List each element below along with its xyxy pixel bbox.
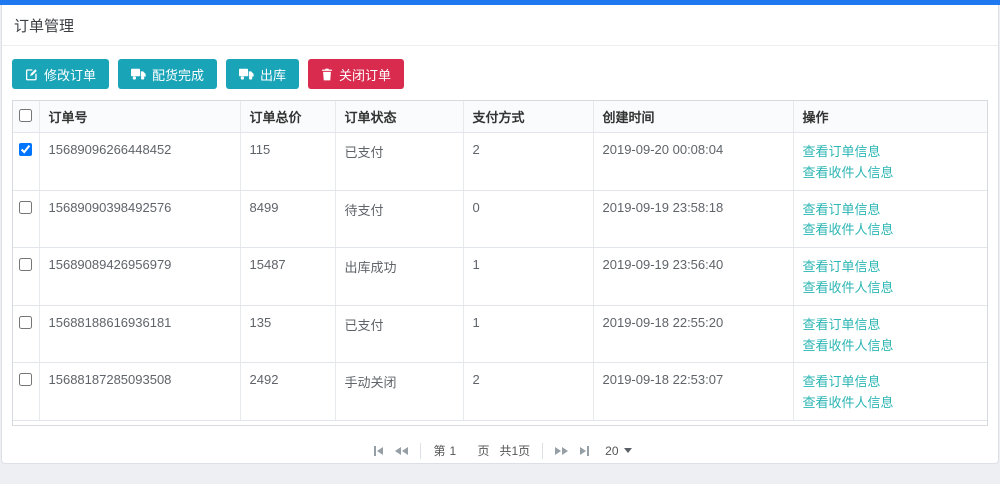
pager-divider xyxy=(420,443,421,459)
total-cell: 135 xyxy=(240,305,335,363)
created-cell: 2019-09-19 23:56:40 xyxy=(593,248,793,306)
pay-method-cell: 2 xyxy=(463,363,593,421)
edit-order-label: 修改订单 xyxy=(44,65,96,84)
picking-complete-label: 配货完成 xyxy=(152,65,204,84)
page-prefix-label: 第 xyxy=(433,442,445,459)
row-checkbox[interactable] xyxy=(19,373,32,386)
page-number-input[interactable] xyxy=(447,444,477,458)
caret-down-icon xyxy=(624,448,632,453)
table-row[interactable]: 15688188616936181 135 已支付 1 2019-09-18 2… xyxy=(13,305,988,363)
row-checkbox[interactable] xyxy=(19,316,32,329)
orders-table: 订单号 订单总价 订单状态 支付方式 创建时间 操作 1568909626644… xyxy=(13,101,988,421)
page-title: 订单管理 xyxy=(2,5,998,46)
last-page-icon[interactable] xyxy=(574,446,595,456)
pay-method-cell: 1 xyxy=(463,248,593,306)
order-no-cell: 15689089426956979 xyxy=(39,248,240,306)
order-no-cell: 15689096266448452 xyxy=(39,133,240,191)
column-header-pay-method: 支付方式 xyxy=(463,101,593,133)
next-page-icon[interactable] xyxy=(549,447,574,455)
pay-method-cell: 2 xyxy=(463,133,593,191)
created-cell: 2019-09-18 22:55:20 xyxy=(593,305,793,363)
edit-order-button[interactable]: 修改订单 xyxy=(12,59,109,89)
view-recipient-info-link[interactable]: 查看收件人信息 xyxy=(803,163,985,184)
view-order-info-link[interactable]: 查看订单信息 xyxy=(803,142,985,163)
view-order-info-link[interactable]: 查看订单信息 xyxy=(803,315,985,336)
total-cell: 8499 xyxy=(240,190,335,248)
created-cell: 2019-09-18 22:53:07 xyxy=(593,363,793,421)
truck-icon xyxy=(131,68,146,80)
order-no-cell: 15688187285093508 xyxy=(39,363,240,421)
status-cell: 已支付 xyxy=(335,133,463,191)
status-cell: 手动关闭 xyxy=(335,363,463,421)
order-management-panel: 订单管理 修改订单 配货完成 xyxy=(1,5,999,464)
action-cell: 查看订单信息 查看收件人信息 xyxy=(793,363,988,421)
action-cell: 查看订单信息 查看收件人信息 xyxy=(793,305,988,363)
page-suffix-label: 页 xyxy=(477,442,489,459)
edit-icon xyxy=(25,68,38,81)
picking-complete-button[interactable]: 配货完成 xyxy=(118,59,217,89)
orders-grid: 订单号 订单总价 订单状态 支付方式 创建时间 操作 1568909626644… xyxy=(12,100,988,426)
status-cell: 待支付 xyxy=(335,190,463,248)
close-order-button[interactable]: 关闭订单 xyxy=(308,59,404,89)
page-size-select[interactable]: 20 xyxy=(605,444,631,458)
ship-out-button[interactable]: 出库 xyxy=(226,59,299,89)
pagination-bar: 第 页 共1页 20 xyxy=(2,426,998,475)
table-header-row: 订单号 订单总价 订单状态 支付方式 创建时间 操作 xyxy=(13,101,988,133)
row-checkbox[interactable] xyxy=(19,201,32,214)
total-pages-label: 共1页 xyxy=(499,442,530,459)
view-order-info-link[interactable]: 查看订单信息 xyxy=(803,372,985,393)
view-order-info-link[interactable]: 查看订单信息 xyxy=(803,257,985,278)
created-cell: 2019-09-19 23:58:18 xyxy=(593,190,793,248)
view-recipient-info-link[interactable]: 查看收件人信息 xyxy=(803,278,985,299)
column-header-order-no: 订单号 xyxy=(39,101,240,133)
total-cell: 2492 xyxy=(240,363,335,421)
table-row[interactable]: 15689096266448452 115 已支付 2 2019-09-20 0… xyxy=(13,133,988,191)
view-recipient-info-link[interactable]: 查看收件人信息 xyxy=(803,220,985,241)
status-cell: 已支付 xyxy=(335,305,463,363)
close-order-label: 关闭订单 xyxy=(339,65,391,84)
prev-page-icon[interactable] xyxy=(389,447,414,455)
ship-out-label: 出库 xyxy=(260,65,286,84)
view-recipient-info-link[interactable]: 查看收件人信息 xyxy=(803,336,985,357)
action-cell: 查看订单信息 查看收件人信息 xyxy=(793,190,988,248)
column-header-total: 订单总价 xyxy=(240,101,335,133)
first-page-icon[interactable] xyxy=(368,446,389,456)
pay-method-cell: 1 xyxy=(463,305,593,363)
view-recipient-info-link[interactable]: 查看收件人信息 xyxy=(803,393,985,414)
row-checkbox[interactable] xyxy=(19,143,32,156)
table-row[interactable]: 15688187285093508 2492 手动关闭 2 2019-09-18… xyxy=(13,363,988,421)
trash-icon xyxy=(321,68,333,81)
action-cell: 查看订单信息 查看收件人信息 xyxy=(793,248,988,306)
order-no-cell: 15688188616936181 xyxy=(39,305,240,363)
truck-icon xyxy=(239,68,254,80)
status-cell: 出库成功 xyxy=(335,248,463,306)
column-header-action: 操作 xyxy=(793,101,988,133)
select-all-checkbox[interactable] xyxy=(19,109,32,122)
view-order-info-link[interactable]: 查看订单信息 xyxy=(803,200,985,221)
total-cell: 115 xyxy=(240,133,335,191)
table-row[interactable]: 15689090398492576 8499 待支付 0 2019-09-19 … xyxy=(13,190,988,248)
pager-divider xyxy=(542,443,543,459)
action-cell: 查看订单信息 查看收件人信息 xyxy=(793,133,988,191)
toolbar: 修改订单 配货完成 出库 xyxy=(2,46,998,100)
pay-method-cell: 0 xyxy=(463,190,593,248)
page-size-value: 20 xyxy=(605,444,618,458)
order-no-cell: 15689090398492576 xyxy=(39,190,240,248)
row-checkbox[interactable] xyxy=(19,258,32,271)
created-cell: 2019-09-20 00:08:04 xyxy=(593,133,793,191)
total-cell: 15487 xyxy=(240,248,335,306)
table-row[interactable]: 15689089426956979 15487 出库成功 1 2019-09-1… xyxy=(13,248,988,306)
column-header-created: 创建时间 xyxy=(593,101,793,133)
column-header-status: 订单状态 xyxy=(335,101,463,133)
